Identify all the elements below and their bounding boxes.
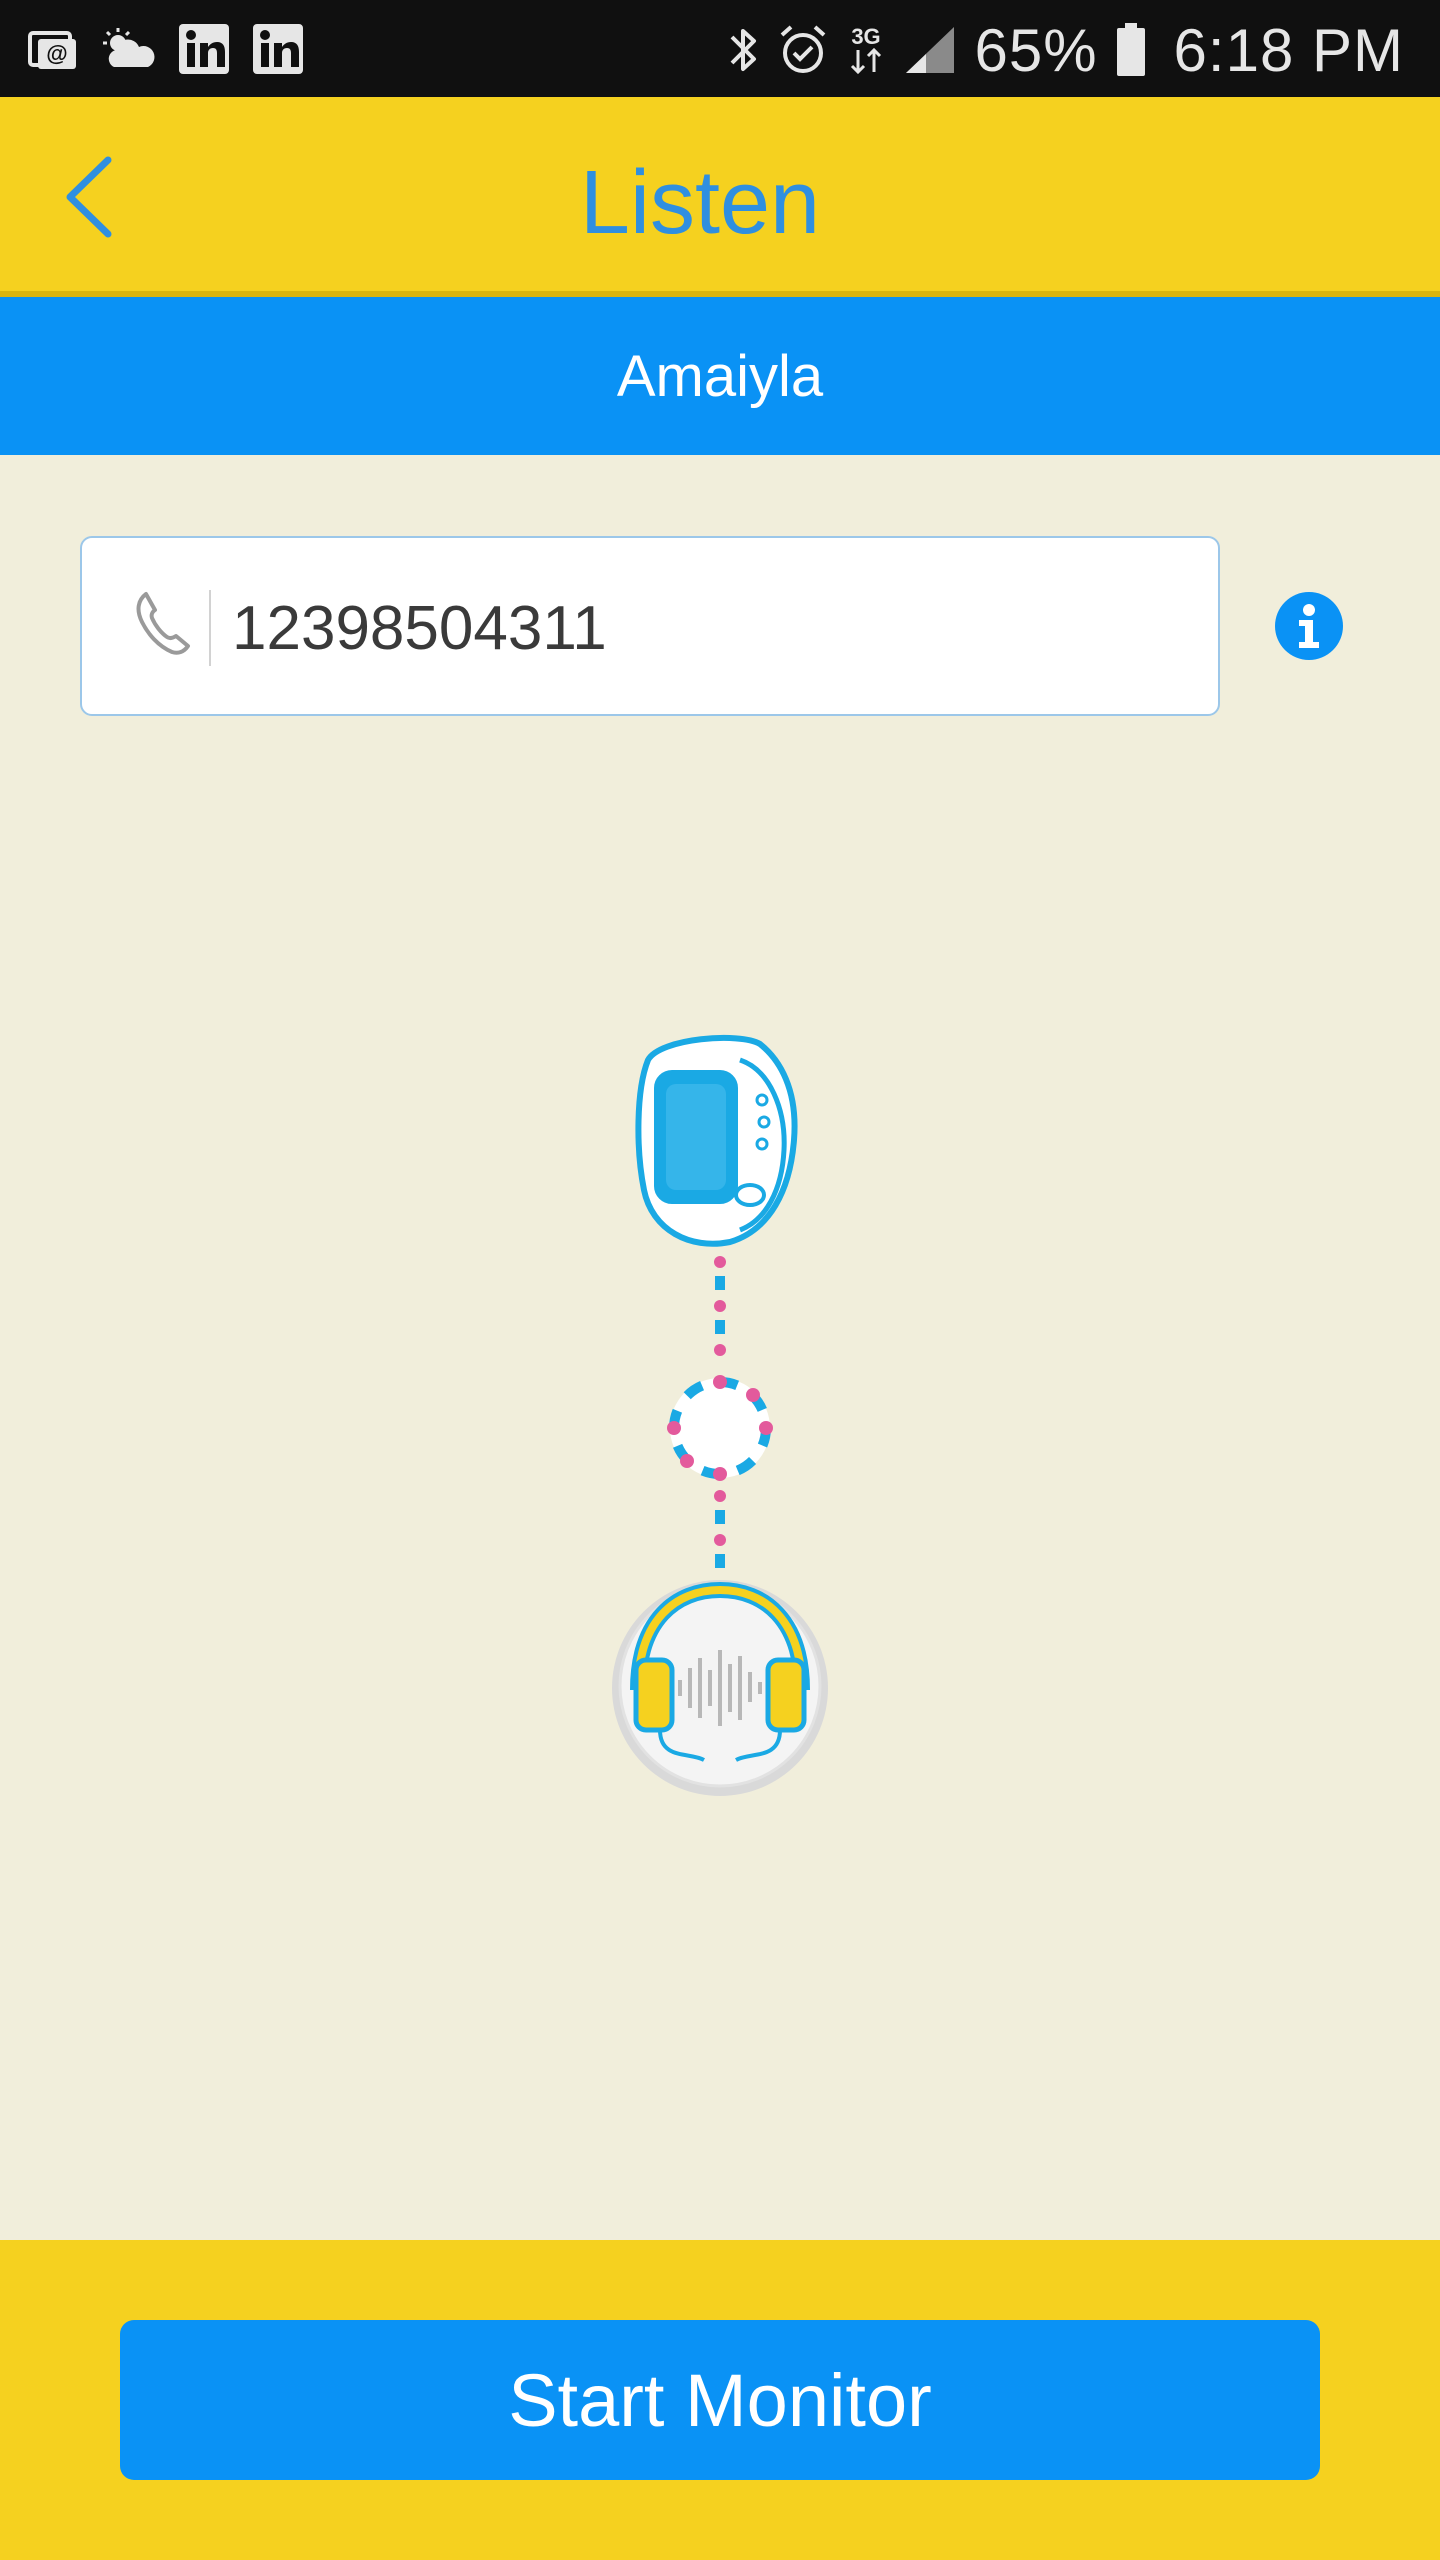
connector-line-top	[714, 1256, 726, 1356]
svg-text:3G: 3G	[852, 24, 881, 49]
device-name-banner: Amaiyla	[0, 297, 1440, 455]
email-notification-icon: @	[28, 27, 78, 71]
3g-data-icon: 3G	[846, 22, 886, 78]
battery-icon	[1116, 22, 1146, 78]
start-monitor-button[interactable]: Start Monitor	[120, 2320, 1320, 2480]
info-icon	[1299, 604, 1319, 648]
phone-number-input[interactable]	[232, 568, 1192, 688]
bluetooth-icon	[726, 23, 760, 77]
page-title: Listen	[579, 153, 821, 253]
signal-icon	[904, 25, 956, 75]
info-button[interactable]	[1275, 592, 1343, 660]
linkedin-icon	[178, 23, 230, 75]
linkedin-icon	[252, 23, 304, 75]
svg-text:@: @	[46, 41, 67, 66]
phone-number-field[interactable]	[80, 536, 1220, 716]
phone-field-divider	[209, 590, 211, 666]
status-right-icons: 3G 65% 6:18 PM	[726, 10, 1404, 90]
bottom-bar: Start Monitor	[0, 2240, 1440, 2560]
alarm-icon	[778, 23, 828, 77]
status-bar: @ 3G 65% 6:18 PM	[0, 0, 1440, 97]
battery-percent: 65%	[974, 16, 1098, 84]
status-left-icons: @	[28, 20, 304, 78]
connection-ring-icon	[667, 1375, 773, 1481]
app-bar: Listen	[0, 97, 1440, 297]
smartwatch-icon	[635, 1034, 798, 1247]
headphones-icon	[612, 1580, 828, 1796]
weather-icon	[100, 27, 156, 71]
connector-line-bottom	[714, 1490, 726, 1568]
phone-icon	[134, 588, 214, 668]
clock: 6:18 PM	[1173, 16, 1404, 84]
monitor-illustration	[580, 1030, 860, 1830]
